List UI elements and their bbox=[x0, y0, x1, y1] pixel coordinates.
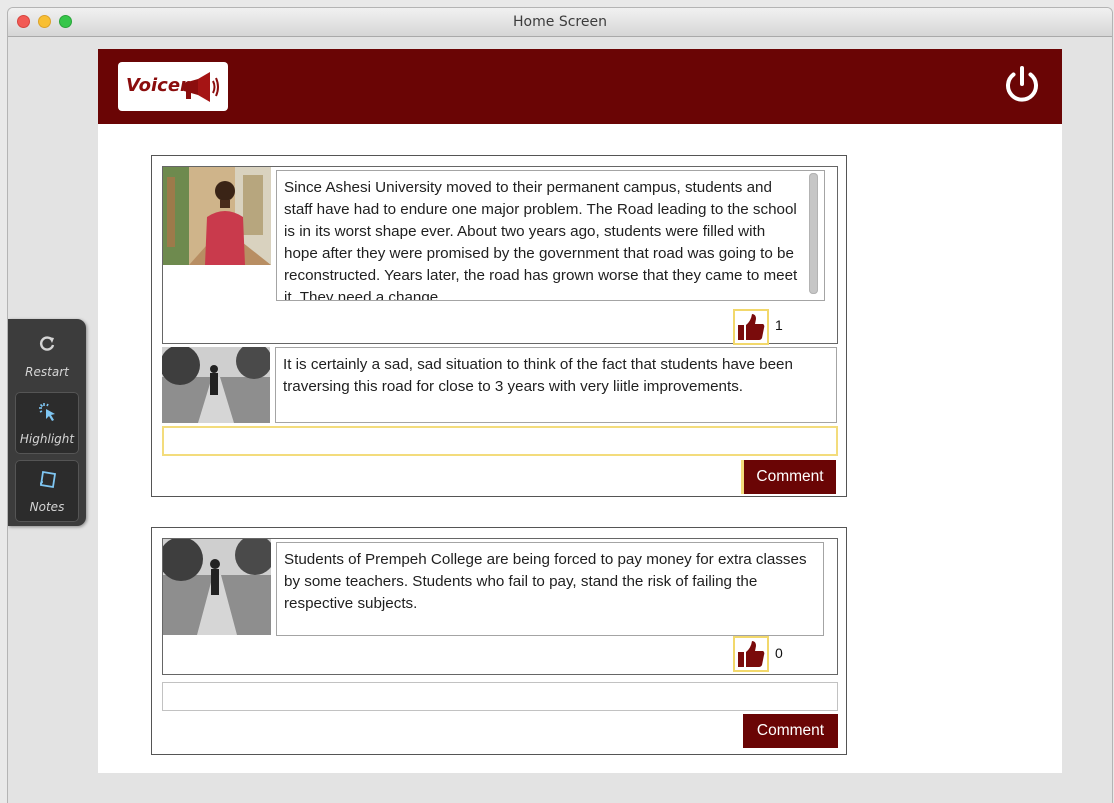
post-text: Students of Prempeh College are being fo… bbox=[276, 542, 824, 636]
comment-button[interactable]: Comment bbox=[741, 460, 836, 494]
highlight-icon bbox=[39, 403, 55, 421]
restart-tool[interactable]: Restart bbox=[15, 325, 79, 387]
window-title: Home Screen bbox=[513, 14, 607, 30]
author-photo bbox=[163, 539, 271, 635]
like-button[interactable] bbox=[733, 636, 769, 672]
comment-text: It is certainly a sad, sad situation to … bbox=[275, 347, 837, 423]
comment-input[interactable] bbox=[162, 682, 838, 711]
comment-input[interactable] bbox=[162, 426, 838, 456]
notes-tool[interactable]: Notes bbox=[15, 460, 79, 522]
app-content: Voicer Since Ashesi University moved to … bbox=[98, 49, 1062, 773]
app-header: Voicer bbox=[98, 49, 1062, 124]
post-body: Students of Prempeh College are being fo… bbox=[162, 538, 838, 675]
post-card: Since Ashesi University moved to their p… bbox=[151, 155, 847, 497]
post-body: Since Ashesi University moved to their p… bbox=[162, 166, 838, 345]
like-count: 0 bbox=[775, 645, 783, 661]
like-count: 1 bbox=[775, 317, 783, 333]
author-photo bbox=[163, 167, 271, 265]
commenter-photo bbox=[162, 347, 270, 423]
highlight-tool[interactable]: Highlight bbox=[15, 392, 79, 454]
app-window: Home Screen Voicer Since Ashesi Universi… bbox=[8, 8, 1112, 803]
highlight-label: Highlight bbox=[19, 432, 75, 446]
megaphone-icon bbox=[184, 72, 219, 102]
title-bar: Home Screen bbox=[8, 8, 1112, 37]
tool-panel: Restart Highlight Notes bbox=[8, 319, 86, 526]
restart-label: Restart bbox=[25, 365, 69, 379]
post-card: Students of Prempeh College are being fo… bbox=[151, 527, 847, 755]
like-button[interactable] bbox=[733, 309, 769, 345]
post-text-scrollbar[interactable] bbox=[809, 173, 818, 294]
notes-icon bbox=[39, 470, 57, 489]
post-text: Since Ashesi University moved to their p… bbox=[276, 170, 825, 301]
power-icon[interactable] bbox=[1001, 64, 1043, 106]
notes-label: Notes bbox=[29, 500, 65, 514]
restart-icon bbox=[40, 336, 55, 351]
thumbs-up-icon bbox=[738, 641, 765, 667]
thumbs-up-icon bbox=[738, 314, 765, 340]
comment-button[interactable]: Comment bbox=[743, 714, 838, 748]
voicer-logo: Voicer bbox=[118, 62, 228, 111]
